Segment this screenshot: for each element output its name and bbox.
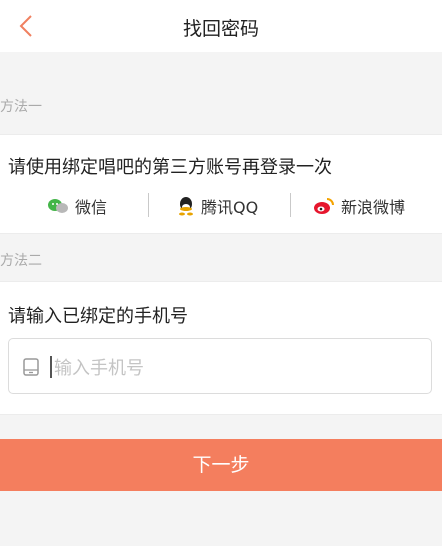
text-caret <box>50 356 52 378</box>
divider <box>148 193 149 217</box>
phone-input-placeholder: 输入手机号 <box>54 358 144 379</box>
navigation-bar: 找回密码 <box>0 0 442 52</box>
wechat-label: 微信 <box>75 198 108 217</box>
phone-icon <box>23 358 39 376</box>
weibo-label: 新浪微博 <box>341 198 406 217</box>
next-button[interactable]: 下一步 <box>0 439 442 491</box>
weibo-login-button[interactable]: 新浪微博 <box>313 193 405 219</box>
weibo-icon <box>314 198 334 214</box>
method-two-instruction: 请输入已绑定的手机号 <box>8 306 188 327</box>
phone-input[interactable]: 输入手机号 <box>8 338 432 394</box>
wechat-icon <box>48 199 68 213</box>
method-two-label: 方法二 <box>0 253 42 269</box>
method-one-card: 请使用绑定唱吧的第三方账号再登录一次 微信 腾讯QQ 新浪微博 <box>0 134 442 234</box>
method-two-card: 请输入已绑定的手机号 输入手机号 <box>0 281 442 415</box>
qq-icon <box>179 197 193 216</box>
divider <box>290 193 291 217</box>
method-one-instruction: 请使用绑定唱吧的第三方账号再登录一次 <box>8 157 332 178</box>
qq-login-button[interactable]: 腾讯QQ <box>177 193 258 219</box>
wechat-login-button[interactable]: 微信 <box>47 193 107 219</box>
page-title: 找回密码 <box>182 18 259 40</box>
qq-label: 腾讯QQ <box>201 198 259 217</box>
method-one-label: 方法一 <box>0 99 42 115</box>
